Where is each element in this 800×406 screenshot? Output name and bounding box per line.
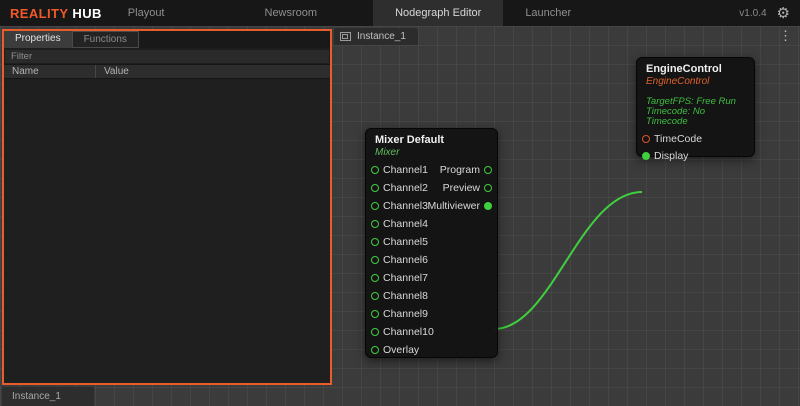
tab-functions[interactable]: Functions	[71, 31, 139, 48]
port-row: Channel10	[366, 323, 497, 341]
node-subtitle: EngineControl	[646, 76, 710, 87]
input-port-icon[interactable]	[371, 274, 379, 282]
port-label: Overlay	[383, 344, 420, 356]
filter-row	[4, 48, 330, 64]
output-port-icon[interactable]	[484, 166, 492, 174]
input-port-icon[interactable]	[371, 310, 379, 318]
port-label: Channel6	[383, 254, 428, 266]
topbar-right: v1.0.4 ⚙	[739, 6, 800, 21]
column-header-value: Value	[104, 66, 129, 77]
properties-panel: Properties Functions Name Value	[2, 29, 332, 385]
brand-hub: HUB	[72, 5, 102, 21]
input-port-icon[interactable]	[371, 328, 379, 336]
nav-playout[interactable]: Playout	[106, 0, 187, 26]
output-port-icon-connected[interactable]	[484, 202, 492, 210]
nav-newsroom[interactable]: Newsroom	[243, 0, 340, 26]
gear-icon[interactable]: ⚙	[777, 6, 790, 21]
port-label: Channel7	[383, 272, 428, 284]
mixer-ports: Channel1 Channel2 Channel3 Channel4 Chan…	[366, 161, 497, 359]
port-label: Multiviewer	[427, 200, 480, 212]
input-port-icon[interactable]	[371, 256, 379, 264]
port-row: Channel6	[366, 251, 497, 269]
port-row: Channel8	[366, 287, 497, 305]
node-subtitle: Mixer	[375, 147, 400, 158]
port-label: Channel8	[383, 290, 428, 302]
node-title: Mixer Default	[375, 134, 445, 146]
port-label: TimeCode	[654, 132, 703, 145]
port-label: Program	[439, 164, 480, 176]
port-row: Display	[637, 147, 754, 164]
node-engine-control[interactable]: EngineControl EngineControl TargetFPS: F…	[636, 57, 755, 162]
input-port-icon[interactable]	[371, 184, 379, 192]
properties-table-body	[4, 79, 330, 383]
brand-reality: REALITY	[10, 5, 69, 21]
port-row: Channel7	[366, 269, 497, 287]
nodegraph-icon	[340, 32, 351, 41]
input-port-icon-connected[interactable]	[642, 151, 650, 160]
app-logo: REALITY HUB	[10, 6, 102, 21]
input-port-icon[interactable]	[371, 292, 379, 300]
port-label: Channel2	[383, 182, 428, 194]
port-row: Channel4	[366, 215, 497, 233]
info-line: Timecode: No Timecode	[646, 106, 706, 127]
port-label: Display	[654, 149, 689, 162]
node-title: EngineControl	[646, 63, 722, 75]
port-label: Channel4	[383, 218, 428, 230]
filter-input[interactable]	[5, 49, 329, 63]
port-row: Program	[440, 161, 497, 179]
port-label: Channel10	[383, 326, 434, 338]
port-row: Preview	[443, 179, 497, 197]
port-row: Channel5	[366, 233, 497, 251]
input-port-icon[interactable]	[371, 346, 379, 354]
top-bar: REALITY HUB Playout Newsroom Nodegraph Ed…	[0, 0, 800, 26]
node-mixer-default[interactable]: Mixer Default Mixer Channel1 Channel2 Ch…	[365, 128, 498, 358]
output-port-icon[interactable]	[484, 184, 492, 192]
input-port-icon[interactable]	[371, 202, 379, 210]
port-row: Multiviewer	[427, 197, 497, 215]
port-row: Overlay	[366, 341, 497, 359]
input-port-icon[interactable]	[371, 166, 379, 174]
port-label: Channel3	[383, 200, 428, 212]
canvas-instance-tab-label: Instance_1	[357, 31, 406, 42]
input-port-icon[interactable]	[371, 220, 379, 228]
table-header: Name Value	[4, 64, 330, 79]
tab-properties[interactable]: Properties	[4, 31, 72, 48]
input-port-icon[interactable]	[371, 238, 379, 246]
canvas-instance-tab[interactable]: Instance_1	[334, 28, 418, 45]
port-label: Channel5	[383, 236, 428, 248]
engine-info: TargetFPS: Free Run Timecode: No Timecod…	[637, 97, 754, 127]
nav-launcher[interactable]: Launcher	[503, 0, 593, 26]
column-header-name: Name	[4, 65, 96, 78]
port-row: Channel9	[366, 305, 497, 323]
port-label: Channel1	[383, 164, 428, 176]
kebab-menu-icon[interactable]: ⋮	[776, 29, 795, 42]
engine-ports: TimeCode Display	[637, 130, 754, 164]
port-row: TimeCode	[637, 130, 754, 147]
version-label: v1.0.4	[739, 7, 767, 19]
port-label: Channel9	[383, 308, 428, 320]
nav-nodegraph-editor[interactable]: Nodegraph Editor	[373, 0, 504, 26]
port-label: Preview	[442, 182, 480, 194]
bottom-instance-tab[interactable]: Instance_1	[2, 387, 94, 406]
input-port-icon[interactable]	[642, 134, 650, 143]
panel-tabs: Properties Functions	[4, 31, 330, 48]
